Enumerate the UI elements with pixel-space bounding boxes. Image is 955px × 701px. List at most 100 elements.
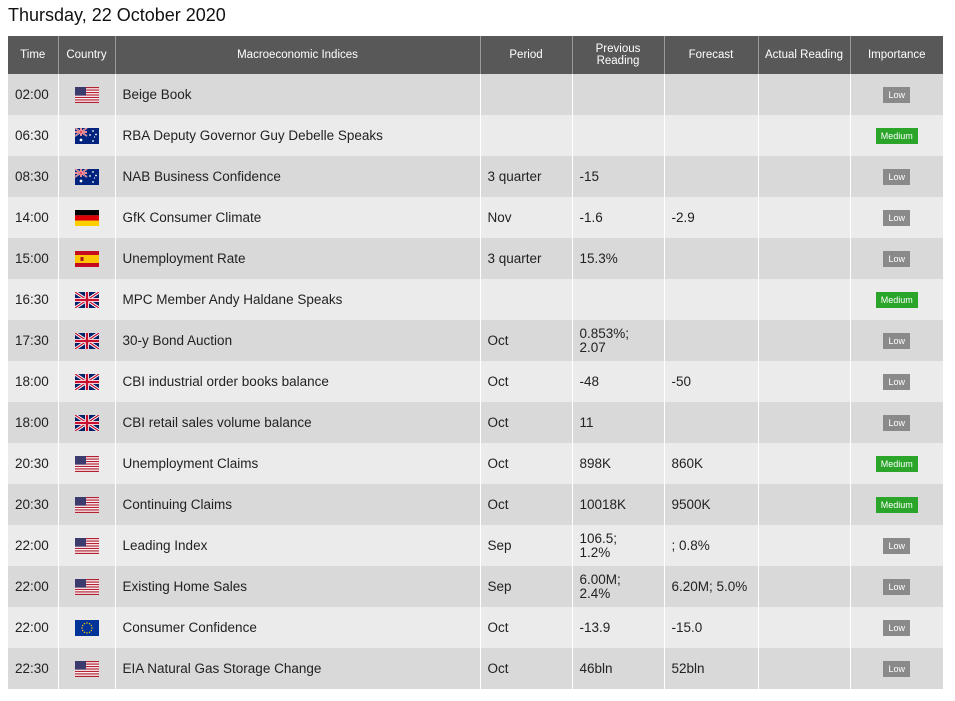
forecast-cell: 6.20M; 5.0% bbox=[664, 566, 759, 607]
previous-value: 106.5; 1.2% bbox=[579, 530, 618, 560]
importance-cell: Medium bbox=[850, 443, 943, 484]
importance-badge: Low bbox=[883, 332, 910, 349]
header-importance[interactable]: Importance bbox=[850, 36, 943, 74]
header-previous[interactable]: Previous Reading bbox=[572, 36, 665, 74]
forecast-cell bbox=[664, 238, 759, 279]
previous-cell: -1.6 bbox=[572, 197, 665, 238]
table-row[interactable]: 22:00 Consumer Confidence Oct -13.9 -15.0 Low bbox=[8, 607, 943, 648]
previous-cell: 11 bbox=[572, 402, 665, 443]
index-cell[interactable]: Continuing Claims bbox=[115, 484, 481, 525]
index-cell[interactable]: MPC Member Andy Haldane Speaks bbox=[115, 279, 481, 320]
header-period[interactable]: Period bbox=[480, 36, 573, 74]
table-row[interactable]: 14:00 GfK Consumer Climate Nov -1.6 -2.9 Low bbox=[8, 197, 943, 238]
country-cell bbox=[58, 607, 116, 648]
index-cell[interactable]: Beige Book bbox=[115, 74, 481, 115]
importance-badge: Low bbox=[883, 537, 910, 554]
previous-cell: 6.00M; 2.4% bbox=[572, 566, 665, 607]
importance-badge: Low bbox=[883, 209, 910, 226]
index-cell[interactable]: Consumer Confidence bbox=[115, 607, 481, 648]
index-cell[interactable]: Existing Home Sales bbox=[115, 566, 481, 607]
index-cell[interactable]: CBI retail sales volume balance bbox=[115, 402, 481, 443]
period-cell: 3 quarter bbox=[480, 156, 573, 197]
table-row[interactable]: 08:30 NAB Business Confidence 3 quarter -15… bbox=[8, 156, 943, 197]
index-cell[interactable]: GfK Consumer Climate bbox=[115, 197, 481, 238]
uk-flag-icon bbox=[74, 414, 99, 431]
country-cell bbox=[58, 74, 116, 115]
previous-cell bbox=[572, 74, 665, 115]
table-row[interactable]: 16:30 MPC Member Andy Haldane Speaks Mediu… bbox=[8, 279, 943, 320]
importance-badge: Medium bbox=[875, 127, 918, 144]
forecast-cell: -2.9 bbox=[664, 197, 759, 238]
us-flag-icon bbox=[74, 578, 99, 595]
time-cell: 14:00 bbox=[8, 197, 59, 238]
previous-value: -48 bbox=[579, 373, 600, 389]
index-cell[interactable]: NAB Business Confidence bbox=[115, 156, 481, 197]
table-row[interactable]: 22:00 Leading Index Sep 106.5; 1.2% ; 0.8% Lo… bbox=[8, 525, 943, 566]
forecast-cell bbox=[664, 279, 759, 320]
table-row[interactable]: 18:00 CBI industrial order books balance O… bbox=[8, 361, 943, 402]
table-row[interactable]: 17:30 30-y Bond Auction Oct 0.853%; 2.07 Low bbox=[8, 320, 943, 361]
importance-cell: Low bbox=[850, 197, 943, 238]
us-flag-icon bbox=[74, 455, 99, 472]
table-row[interactable]: 02:00 Beige Book Low bbox=[8, 74, 943, 115]
country-cell bbox=[58, 279, 116, 320]
header-index[interactable]: Macroeconomic Indices bbox=[115, 36, 481, 74]
index-cell[interactable]: Unemployment Claims bbox=[115, 443, 481, 484]
previous-value: 46bln bbox=[579, 660, 613, 676]
us-flag-icon bbox=[74, 86, 99, 103]
actual-cell bbox=[758, 197, 851, 238]
header-actual[interactable]: Actual Reading bbox=[758, 36, 851, 74]
table-row[interactable]: 06:30 RBA Deputy Governor Guy Debelle Spe… bbox=[8, 115, 943, 156]
previous-cell bbox=[572, 115, 665, 156]
importance-cell: Low bbox=[850, 402, 943, 443]
importance-cell: Low bbox=[850, 648, 943, 689]
importance-badge: Low bbox=[883, 86, 910, 103]
importance-cell: Medium bbox=[850, 279, 943, 320]
actual-cell bbox=[758, 484, 851, 525]
previous-value: -1.6 bbox=[579, 209, 603, 225]
actual-cell bbox=[758, 443, 851, 484]
index-cell[interactable]: EIA Natural Gas Storage Change bbox=[115, 648, 481, 689]
previous-cell: 106.5; 1.2% bbox=[572, 525, 665, 566]
table-row[interactable]: 20:30 Unemployment Claims Oct 898K 860K Mediu… bbox=[8, 443, 943, 484]
importance-badge: Medium bbox=[875, 455, 918, 472]
previous-cell: -48 bbox=[572, 361, 665, 402]
index-cell[interactable]: Leading Index bbox=[115, 525, 481, 566]
header-time[interactable]: Time bbox=[8, 36, 59, 74]
actual-cell bbox=[758, 607, 851, 648]
table-row[interactable]: 18:00 CBI retail sales volume balance Oct 1… bbox=[8, 402, 943, 443]
table-row[interactable]: 22:00 Existing Home Sales Sep 6.00M; 2.4% 6.… bbox=[8, 566, 943, 607]
previous-value: 11 bbox=[579, 414, 594, 430]
time-cell: 02:00 bbox=[8, 74, 59, 115]
es-flag-icon bbox=[74, 250, 99, 267]
table-header-row: Time Country Macroeconomic Indices Perio… bbox=[8, 36, 943, 74]
time-cell: 22:00 bbox=[8, 607, 59, 648]
index-cell[interactable]: RBA Deputy Governor Guy Debelle Speaks bbox=[115, 115, 481, 156]
header-previous-label: Previous Reading bbox=[595, 43, 641, 67]
header-country[interactable]: Country bbox=[58, 36, 116, 74]
period-cell bbox=[480, 115, 573, 156]
period-cell: Oct bbox=[480, 648, 573, 689]
forecast-cell: 9500K bbox=[664, 484, 759, 525]
previous-cell: 0.853%; 2.07 bbox=[572, 320, 665, 361]
header-forecast[interactable]: Forecast bbox=[664, 36, 759, 74]
us-flag-icon bbox=[74, 537, 99, 554]
country-cell bbox=[58, 484, 116, 525]
period-cell: Oct bbox=[480, 361, 573, 402]
table-row[interactable]: 15:00 Unemployment Rate 3 quarter 15.3% Low bbox=[8, 238, 943, 279]
table-row[interactable]: 20:30 Continuing Claims Oct 10018K 9500K Medi… bbox=[8, 484, 943, 525]
index-cell[interactable]: Unemployment Rate bbox=[115, 238, 481, 279]
us-flag-icon bbox=[74, 660, 99, 677]
uk-flag-icon bbox=[74, 332, 99, 349]
previous-cell bbox=[572, 279, 665, 320]
importance-badge: Low bbox=[883, 578, 910, 595]
previous-cell: 15.3% bbox=[572, 238, 665, 279]
actual-cell bbox=[758, 320, 851, 361]
time-cell: 08:30 bbox=[8, 156, 59, 197]
index-cell[interactable]: CBI industrial order books balance bbox=[115, 361, 481, 402]
index-cell[interactable]: 30-y Bond Auction bbox=[115, 320, 481, 361]
importance-badge: Medium bbox=[875, 291, 918, 308]
period-cell: Oct bbox=[480, 320, 573, 361]
uk-flag-icon bbox=[74, 291, 99, 308]
table-row[interactable]: 22:30 EIA Natural Gas Storage Change Oct 46… bbox=[8, 648, 943, 689]
